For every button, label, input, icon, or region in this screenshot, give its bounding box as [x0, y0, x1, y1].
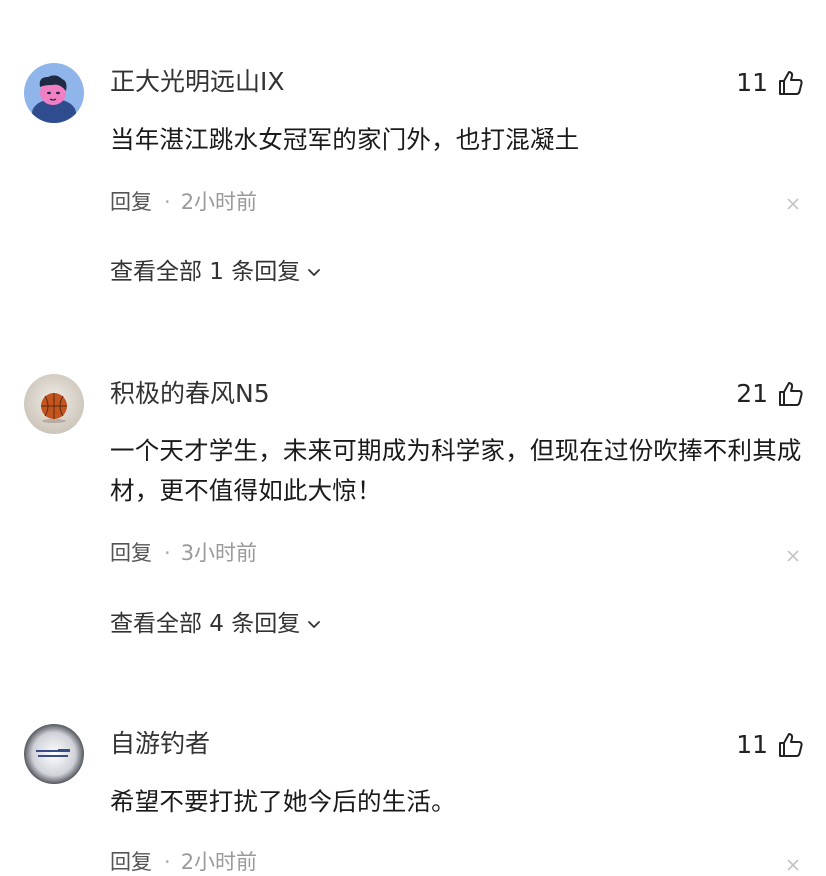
- avatar-basketball-image: [24, 374, 84, 434]
- like-count: 11: [736, 730, 768, 759]
- username[interactable]: 正大光明远山IX: [110, 66, 285, 98]
- like-count: 11: [736, 68, 768, 97]
- comment-meta: 回复 · 2小时前: [110, 188, 257, 216]
- comment-meta: 回复 · 3小时前: [110, 539, 257, 567]
- chevron-down-icon: [308, 621, 321, 628]
- avatar[interactable]: [24, 374, 84, 434]
- avatar[interactable]: [24, 724, 84, 784]
- reply-button[interactable]: 回复: [110, 190, 152, 214]
- meta-separator: ·: [164, 850, 171, 874]
- avatar[interactable]: [24, 63, 84, 123]
- timestamp: 3小时前: [180, 541, 258, 565]
- timestamp: 2小时前: [180, 190, 258, 214]
- thumbs-up-icon[interactable]: [776, 380, 804, 408]
- view-replies-button[interactable]: 查看全部 1 条回复: [110, 256, 322, 288]
- reply-button[interactable]: 回复: [110, 850, 152, 874]
- like-control[interactable]: 21: [736, 377, 804, 411]
- view-replies-label: 查看全部 1 条回复: [110, 259, 301, 285]
- avatar-cartoon-image: [24, 63, 84, 123]
- comment-text: 希望不要打扰了她今后的生活。: [110, 787, 456, 816]
- meta-separator: ·: [164, 190, 171, 214]
- close-icon[interactable]: [786, 549, 800, 563]
- thumbs-up-icon[interactable]: [776, 731, 804, 759]
- avatar-sign-image: [24, 724, 84, 784]
- like-control[interactable]: 11: [736, 66, 804, 100]
- reply-button[interactable]: 回复: [110, 541, 152, 565]
- meta-separator: ·: [164, 541, 171, 565]
- username[interactable]: 积极的春风N5: [110, 378, 270, 410]
- like-count: 21: [736, 379, 768, 408]
- view-replies-label: 查看全部 4 条回复: [110, 611, 301, 637]
- like-control[interactable]: 11: [736, 728, 804, 762]
- close-icon[interactable]: [786, 858, 800, 872]
- view-replies-button[interactable]: 查看全部 4 条回复: [110, 608, 322, 640]
- comment-text: 当年湛江跳水女冠军的家门外，也打混凝土: [110, 125, 580, 154]
- username[interactable]: 自游钓者: [110, 728, 210, 760]
- timestamp: 2小时前: [180, 850, 258, 874]
- comment-meta: 回复 · 2小时前: [110, 848, 257, 876]
- chevron-down-icon: [308, 269, 321, 276]
- close-icon[interactable]: [786, 197, 800, 211]
- thumbs-up-icon[interactable]: [776, 69, 804, 97]
- comment-text: 一个天才学生，未来可期成为科学家，但现在过份吹捧不利其成材，更不值得如此大惊！: [110, 436, 802, 505]
